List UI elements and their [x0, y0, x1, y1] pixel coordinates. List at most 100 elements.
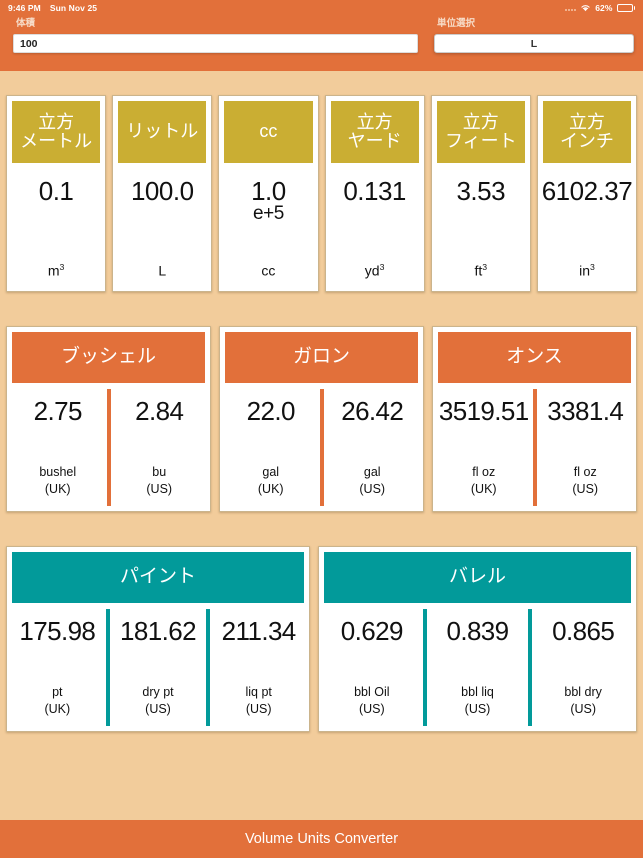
- card-unit-text: in: [579, 263, 590, 279]
- conversion-body: 立方 メートル 0.1 m3 リットル 100.0 L cc 1.0 e+5 c…: [0, 95, 643, 732]
- input-header: 体積 100 単位選択 L: [0, 15, 643, 71]
- conversion-card-gallon[interactable]: ガロン 22.0 gal (UK) 26.42 gal (US): [219, 326, 424, 512]
- card-body: 6102.37 in3: [541, 163, 633, 286]
- card-title: オンス: [438, 332, 631, 383]
- card-body: 3.53 ft3: [437, 163, 525, 286]
- card-title: cc: [224, 101, 313, 163]
- unit-field-label: 単位選択: [437, 18, 476, 29]
- card-unit-exponent: 3: [589, 262, 595, 273]
- card-cells: 3519.51 fl oz (UK) 3381.4 fl oz (US): [438, 383, 631, 506]
- card-unit-label: L: [158, 262, 166, 279]
- card-value-main: 0.131: [343, 176, 406, 206]
- cell-divider: [319, 389, 324, 506]
- card-cells: 0.629 bbl Oil (US) 0.839 bbl liq (US) 0.…: [324, 603, 631, 726]
- card-unit-label: ft3: [474, 262, 487, 279]
- battery-percent-label: 62%: [595, 2, 613, 13]
- volume-input[interactable]: 100: [13, 34, 418, 53]
- conversion-card-pint[interactable]: パイント 175.98 pt (UK) 181.62 dry pt (US) 2…: [6, 546, 310, 732]
- card-value-main: 6102.37: [541, 176, 633, 206]
- card-body: 100.0 L: [118, 163, 206, 286]
- card-title: 立方 フィート: [436, 101, 525, 163]
- conversion-card-bushel[interactable]: ブッシェル 2.75 bushel (UK) 2.84 bu (US): [6, 326, 211, 512]
- card-cell: 0.629 bbl Oil (US): [324, 609, 420, 726]
- cell-divider: [422, 609, 427, 726]
- cell-value: 211.34: [221, 616, 297, 646]
- card-unit-label: cc: [261, 262, 275, 279]
- card-cells: 175.98 pt (UK) 181.62 dry pt (US) 211.34…: [12, 603, 304, 726]
- card-value-main: 3.53: [456, 176, 506, 206]
- card-cell: 22.0 gal (UK): [225, 389, 317, 506]
- cell-value: 3519.51: [438, 396, 529, 426]
- cell-divider: [532, 389, 537, 506]
- card-cell: 181.62 dry pt (US): [113, 609, 204, 726]
- volume-field-label: 体積: [16, 18, 36, 29]
- conversion-card-cubic-inch[interactable]: 立方 インチ 6102.37 in3: [536, 95, 638, 292]
- cell-value: 22.0: [246, 396, 296, 426]
- conversion-card-cubic-foot[interactable]: 立方 フィート 3.53 ft3: [430, 95, 531, 292]
- teal-card-row: パイント 175.98 pt (UK) 181.62 dry pt (US) 2…: [0, 546, 643, 732]
- cell-label: bushel (UK): [39, 465, 77, 497]
- cell-label: bu (US): [146, 465, 173, 497]
- unit-field-group: 単位選択 L: [434, 18, 634, 62]
- card-unit-text: cc: [261, 263, 276, 279]
- status-date: Sun Nov 25: [49, 2, 98, 13]
- cell-value: 0.629: [340, 616, 404, 646]
- card-cell: 2.75 bushel (UK): [12, 389, 104, 506]
- card-value-main: 100.0: [130, 176, 194, 206]
- signal-dots-icon: [565, 5, 577, 11]
- app-footer-bar: Volume Units Converter: [0, 820, 643, 858]
- card-title: パイント: [12, 552, 304, 603]
- card-value: 0.1: [38, 176, 74, 206]
- card-value-main: 1.0: [251, 176, 286, 206]
- card-value: 100.0: [130, 176, 194, 206]
- card-unit-label: in3: [579, 262, 595, 279]
- cell-value: 0.839: [446, 616, 509, 646]
- card-title: バレル: [324, 552, 631, 603]
- cell-value: 175.98: [19, 616, 96, 646]
- card-cell: 0.865 bbl dry (US): [535, 609, 631, 726]
- card-body: 0.1 m3: [12, 163, 100, 286]
- cell-divider: [106, 389, 111, 506]
- cell-label: fl oz (US): [572, 465, 599, 497]
- conversion-card-barrel[interactable]: バレル 0.629 bbl Oil (US) 0.839 bbl liq (US…: [318, 546, 637, 732]
- card-cell: 2.84 bu (US): [114, 389, 206, 506]
- imperial-card-row: ブッシェル 2.75 bushel (UK) 2.84 bu (US) ガロン: [0, 326, 643, 512]
- cell-value: 26.42: [341, 396, 404, 426]
- card-value-main: 0.1: [38, 176, 74, 206]
- card-cell: 211.34 liq pt (US): [213, 609, 304, 726]
- conversion-card-liter[interactable]: リットル 100.0 L: [112, 95, 213, 292]
- battery-icon: [616, 3, 635, 12]
- card-value: 3.53: [456, 176, 506, 206]
- cell-divider: [206, 609, 211, 726]
- card-cell: 3381.4 fl oz (US): [540, 389, 632, 506]
- app-root: 9:46 PM Sun Nov 25 62% 体積 100 単位選択 L 立方 …: [0, 0, 643, 858]
- card-title: ブッシェル: [12, 332, 205, 383]
- cell-value: 0.865: [552, 616, 615, 646]
- conversion-card-cc[interactable]: cc 1.0 e+5 cc: [218, 95, 319, 292]
- status-time: 9:46 PM: [8, 2, 41, 13]
- status-right-group: 62%: [565, 3, 635, 13]
- conversion-card-cubic-yard[interactable]: 立方 ヤード 0.131 yd3: [324, 95, 425, 292]
- card-body: 1.0 e+5 cc: [224, 163, 312, 286]
- conversion-card-cubic-meter[interactable]: 立方 メートル 0.1 m3: [6, 95, 107, 292]
- card-unit-label: yd3: [365, 262, 385, 279]
- volume-field-group: 体積 100: [13, 18, 418, 62]
- card-value: 1.0 e+5: [251, 176, 286, 224]
- card-unit-exponent: 3: [379, 262, 385, 273]
- unit-select[interactable]: L: [434, 34, 634, 53]
- status-bar: 9:46 PM Sun Nov 25 62%: [0, 0, 643, 15]
- cell-label: bbl dry (US): [564, 685, 602, 717]
- card-unit-text: L: [158, 263, 167, 279]
- card-cells: 22.0 gal (UK) 26.42 gal (US): [225, 383, 418, 506]
- card-cell: 26.42 gal (US): [327, 389, 419, 506]
- card-title: 立方 インチ: [542, 101, 632, 163]
- cell-label: dry pt (US): [142, 685, 174, 717]
- cell-value: 2.75: [33, 396, 83, 426]
- cell-value: 3381.4: [547, 396, 624, 426]
- cell-label: liq pt (US): [245, 685, 272, 717]
- conversion-card-ounce[interactable]: オンス 3519.51 fl oz (UK) 3381.4 fl oz (US): [432, 326, 637, 512]
- cell-label: bbl liq (US): [461, 685, 494, 717]
- card-title: 立方 ヤード: [330, 101, 419, 163]
- card-title: ガロン: [225, 332, 418, 383]
- card-value: 0.131: [343, 176, 406, 206]
